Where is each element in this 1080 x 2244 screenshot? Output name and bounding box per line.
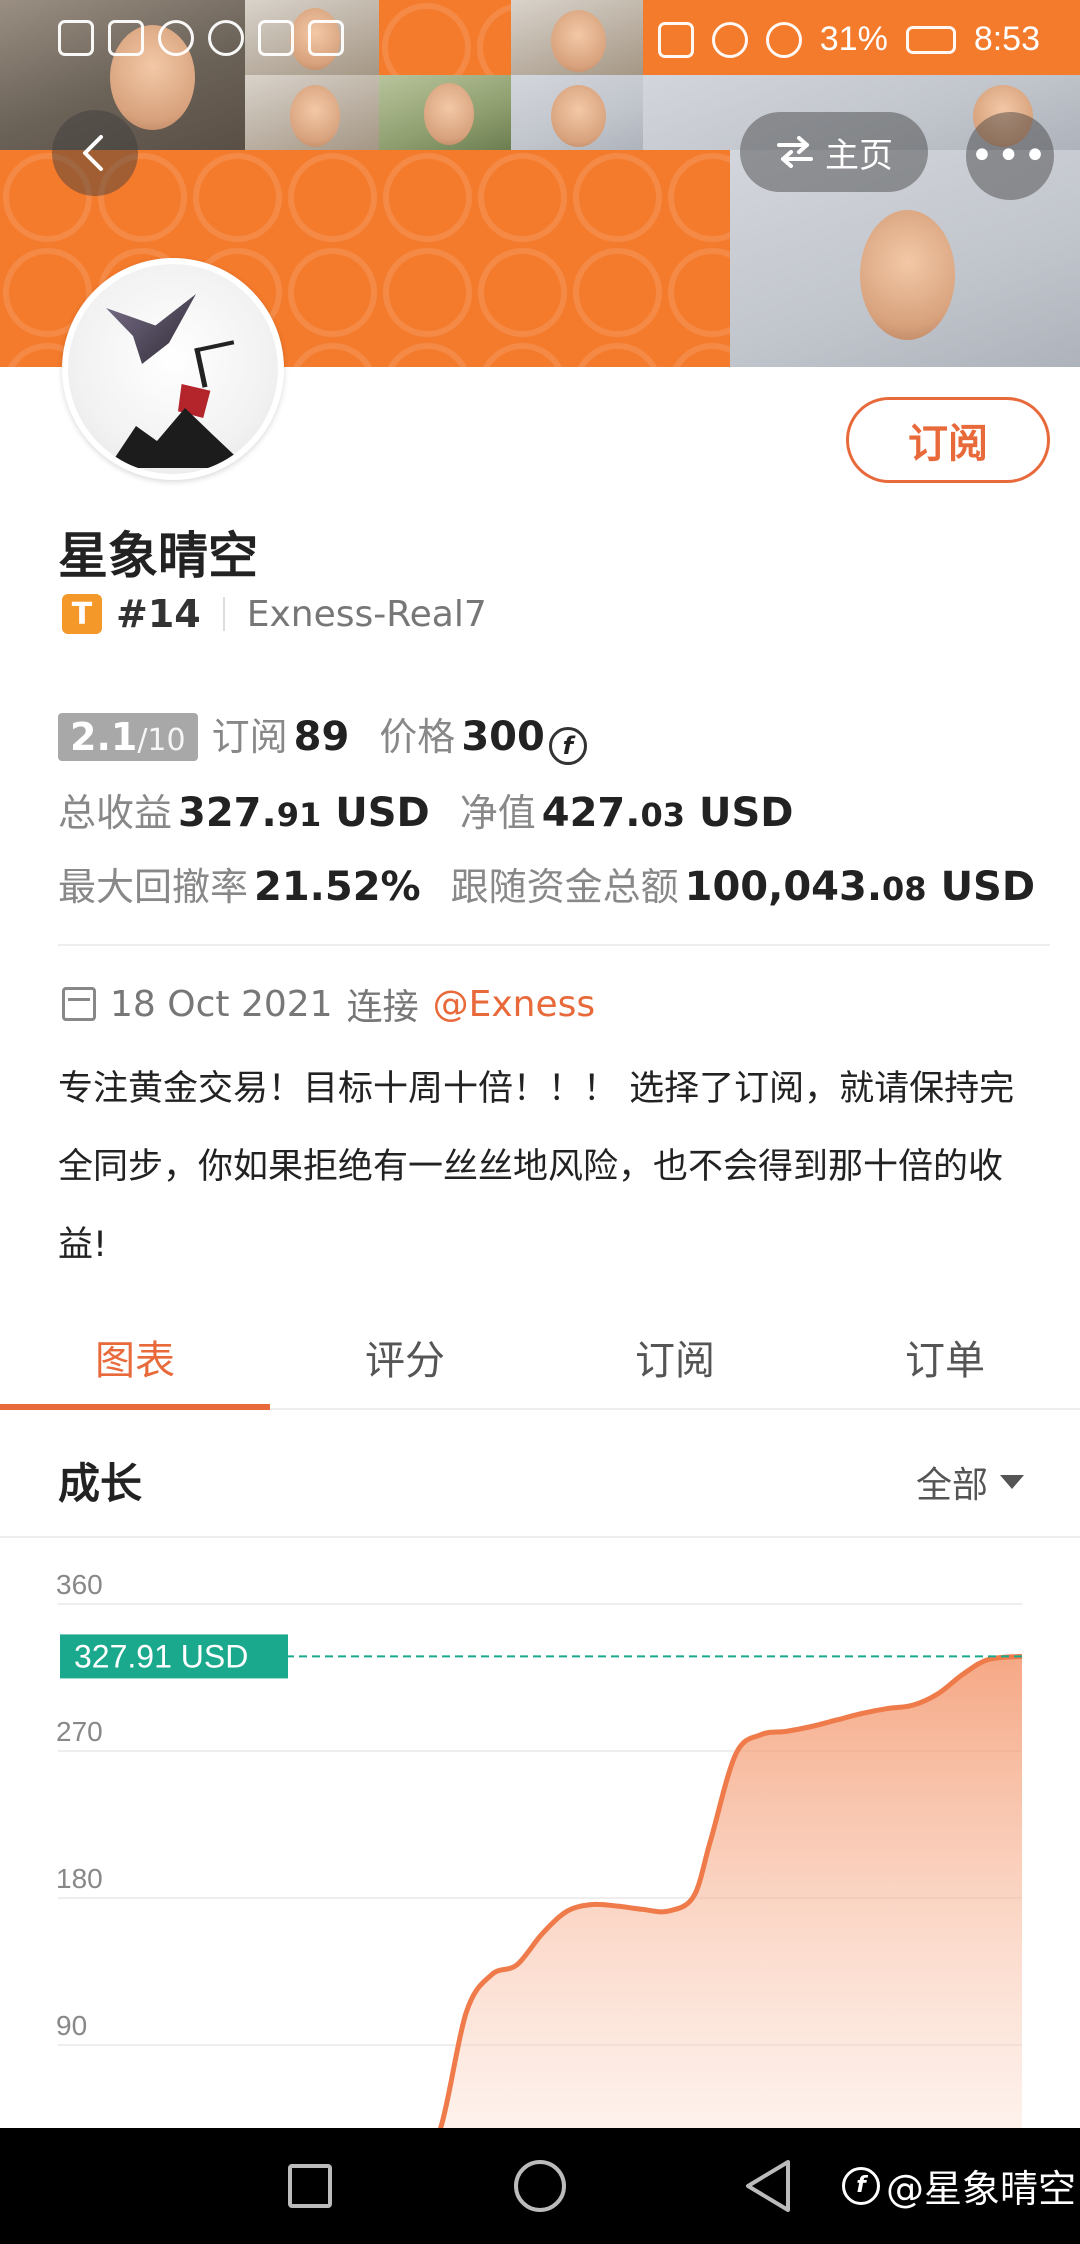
growth-header: 成长 全部 xyxy=(0,1412,1080,1538)
alarm-icon xyxy=(711,21,748,58)
total-profit-value: 327.91 xyxy=(178,790,322,836)
growth-area xyxy=(440,1656,1022,2128)
calendar-icon xyxy=(62,987,96,1021)
system-nav-bar: f @星象晴空 xyxy=(0,2128,1080,2244)
divider xyxy=(58,944,1050,946)
weibo-logo-icon: f xyxy=(842,2166,880,2205)
total-profit-label: 总收益 xyxy=(58,791,173,835)
connect-date: 18 Oct 2021 xyxy=(110,983,333,1025)
growth-title: 成长 xyxy=(58,1459,143,1508)
subs-label: 订阅 xyxy=(211,715,288,759)
signal-icon xyxy=(108,20,144,56)
tab-subscribe[interactable]: 订阅 xyxy=(540,1306,810,1408)
price-label: 价格 xyxy=(379,715,456,759)
y-tick-label: 270 xyxy=(56,1716,103,1747)
range-value: 全部 xyxy=(915,1465,988,1506)
stats-row-3: 最大回撤率 21.52% 跟随资金总额 100,043.08 USD xyxy=(58,856,1035,911)
stats-row-2: 总收益 327.91 USD 净值 427.03 USD xyxy=(58,782,824,837)
swap-icon xyxy=(777,136,813,168)
tab-rating[interactable]: 评分 xyxy=(270,1306,540,1408)
follow-funds-currency: USD xyxy=(940,864,1036,910)
app-icon xyxy=(258,20,294,56)
home-label: 主页 xyxy=(825,135,893,176)
follow-funds-value: 100,043.08 xyxy=(684,864,927,910)
connection-line: 18 Oct 2021 连接 @Exness xyxy=(62,978,595,1030)
rank-line: T #14 Exness-Real7 xyxy=(62,592,487,636)
follow-funds-label: 跟随资金总额 xyxy=(450,865,679,909)
more-button[interactable]: ••• xyxy=(966,112,1054,200)
profile-name: 星象晴空 xyxy=(58,527,258,585)
broker-link[interactable]: @Exness xyxy=(433,984,596,1025)
range-dropdown[interactable]: 全部 xyxy=(916,1456,1024,1508)
subscribe-button[interactable]: 订阅 xyxy=(846,397,1050,483)
banner-photo xyxy=(379,75,511,150)
location-icon xyxy=(765,21,802,58)
app-icon xyxy=(308,20,344,56)
y-tick-label: 360 xyxy=(56,1569,103,1600)
tier-badge: T xyxy=(62,594,102,634)
score-badge: 2.1/10 xyxy=(58,713,198,761)
banner-photo xyxy=(511,75,643,150)
banner-photo xyxy=(245,75,379,150)
nfc-icon xyxy=(657,21,694,58)
tab-chart[interactable]: 图表 xyxy=(0,1306,270,1410)
coin-icon: f xyxy=(548,727,587,765)
battery-percent: 31% xyxy=(819,20,888,58)
equity-value: 427.03 xyxy=(541,790,685,836)
divider xyxy=(222,597,225,631)
price-value: 300 xyxy=(461,714,545,760)
account-server: Exness-Real7 xyxy=(246,593,487,635)
total-profit-currency: USD xyxy=(335,790,430,836)
avatar-image xyxy=(68,264,278,474)
strategy-description: 专注黄金交易！目标十周十倍！！！ 选择了订阅，就请保持完全同步，你如果拒绝有一丝… xyxy=(58,1069,1015,1265)
eye-icon xyxy=(208,20,244,56)
subs-value: 89 xyxy=(293,714,350,760)
tab-bar: 图表 评分 订阅 订单 xyxy=(0,1306,1080,1410)
caret-down-icon xyxy=(1000,1475,1024,1489)
drawdown-value: 21.52% xyxy=(254,864,421,910)
growth-chart[interactable]: 360 270 180 90 327.91 USD xyxy=(0,1540,1080,2128)
y-tick-label: 180 xyxy=(56,1863,103,1894)
hotspot-icon xyxy=(158,20,194,56)
more-icon: ••• xyxy=(970,133,1050,179)
home-button[interactable]: 主页 xyxy=(740,112,928,192)
clock: 8:53 xyxy=(973,20,1040,58)
connect-label: 连接 xyxy=(346,987,419,1028)
stats-row-1: 2.1/10 订阅 89 价格 300 f xyxy=(58,706,587,765)
home-nav-button[interactable] xyxy=(514,2160,566,2212)
battery-icon xyxy=(905,25,956,54)
status-bar: 31% 8:53 xyxy=(0,0,1080,80)
hd-icon xyxy=(58,20,94,56)
chevron-left-icon xyxy=(83,135,103,171)
watermark-text: @星象晴空 xyxy=(886,2167,1077,2211)
avatar[interactable] xyxy=(62,258,284,480)
back-nav-button[interactable] xyxy=(742,2158,794,2214)
y-tick-label: 90 xyxy=(56,2010,87,2041)
rank: #14 xyxy=(116,592,201,636)
tab-orders[interactable]: 订单 xyxy=(810,1306,1080,1408)
recents-button[interactable] xyxy=(288,2164,332,2208)
watermark: f @星象晴空 xyxy=(842,2158,1076,2213)
drawdown-label: 最大回撤率 xyxy=(58,865,249,909)
back-button[interactable] xyxy=(52,110,138,196)
current-value-label: 327.91 USD xyxy=(74,1638,248,1674)
equity-currency: USD xyxy=(699,790,794,836)
equity-label: 净值 xyxy=(459,791,536,835)
